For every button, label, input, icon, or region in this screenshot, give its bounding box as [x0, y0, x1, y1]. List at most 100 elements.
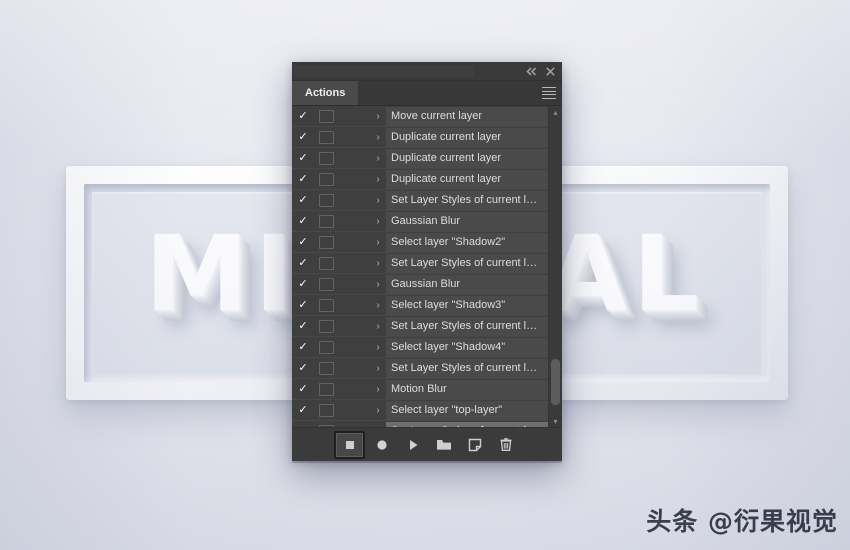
table-row[interactable]: ✓ › Gaussian Blur — [292, 211, 562, 232]
screenshot-canvas: MINIMAL Actions — [0, 0, 850, 550]
stop-square-icon — [342, 437, 358, 453]
begin-recording-button[interactable] — [367, 432, 396, 458]
chevron-right-icon[interactable]: › — [370, 195, 386, 206]
action-step-label: Set Layer Styles of current layer — [386, 316, 549, 336]
chevron-right-icon[interactable]: › — [370, 384, 386, 395]
play-selection-button[interactable] — [398, 432, 427, 458]
chevron-right-icon[interactable]: › — [370, 321, 386, 332]
row-dialog-toggle[interactable] — [314, 214, 338, 228]
panel-titlebar[interactable] — [292, 62, 562, 81]
table-row[interactable]: ✓ ›Set Layer Styles of current layer — [292, 190, 562, 211]
table-row[interactable]: ✓ ›Set Layer Styles of current layer — [292, 253, 562, 274]
delete-button[interactable] — [491, 432, 520, 458]
table-row[interactable]: ✓ › Motion Blur — [292, 379, 562, 400]
row-enabled-checkmark-icon[interactable]: ✓ — [292, 320, 314, 332]
chevron-right-icon[interactable]: › — [370, 300, 386, 311]
create-new-set-button[interactable] — [429, 432, 458, 458]
action-step-label: Gaussian Blur — [386, 211, 549, 231]
row-dialog-toggle[interactable] — [314, 109, 338, 123]
table-row[interactable]: ✓ › Duplicate current layer — [292, 127, 562, 148]
action-step-label: Gaussian Blur — [386, 274, 549, 294]
close-panel-icon[interactable] — [543, 64, 557, 78]
table-row[interactable]: ✓ › Select layer "Shadow3" — [292, 295, 562, 316]
dialog-toggle-box-icon — [318, 298, 334, 312]
chevron-right-icon[interactable]: › — [370, 279, 386, 290]
create-new-action-button[interactable] — [460, 432, 489, 458]
dialog-toggle-box-icon — [318, 235, 334, 249]
table-row[interactable]: ✓ › Select layer "Shadow2" — [292, 232, 562, 253]
row-dialog-toggle[interactable] — [314, 403, 338, 417]
row-enabled-checkmark-icon[interactable]: ✓ — [292, 152, 314, 164]
stop-playing-recording-button[interactable] — [334, 430, 365, 459]
table-row[interactable]: ✓ ›Set Layer Styles of current layer — [292, 358, 562, 379]
row-dialog-toggle[interactable] — [314, 382, 338, 396]
row-enabled-checkmark-icon[interactable]: ✓ — [292, 131, 314, 143]
panel-menu-icon[interactable] — [542, 87, 556, 99]
tab-actions-label: Actions — [305, 87, 346, 99]
row-enabled-checkmark-icon[interactable]: ✓ — [292, 299, 314, 311]
collapse-panel-icon[interactable] — [524, 64, 538, 78]
row-dialog-toggle[interactable] — [314, 361, 338, 375]
trash-icon — [498, 437, 514, 453]
table-row[interactable]: ✓ › Select layer "top-layer" — [292, 400, 562, 421]
dialog-toggle-box-icon — [318, 382, 334, 396]
action-step-label: Motion Blur — [386, 379, 549, 399]
row-dialog-toggle[interactable] — [314, 298, 338, 312]
row-enabled-checkmark-icon[interactable]: ✓ — [292, 110, 314, 122]
table-row[interactable]: ✓ › Gaussian Blur — [292, 274, 562, 295]
chevron-right-icon[interactable]: › — [370, 111, 386, 122]
action-step-label: Select layer "Shadow2" — [386, 232, 549, 252]
row-dialog-toggle[interactable] — [314, 151, 338, 165]
chevron-right-icon[interactable]: › — [370, 405, 386, 416]
new-page-icon — [467, 437, 483, 453]
dialog-toggle-box-icon — [318, 172, 334, 186]
chevron-right-icon[interactable]: › — [370, 153, 386, 164]
scrollbar-thumb[interactable] — [551, 359, 560, 405]
menu-line — [542, 87, 556, 88]
row-enabled-checkmark-icon[interactable]: ✓ — [292, 215, 314, 227]
folder-icon — [435, 437, 453, 453]
chevron-right-icon[interactable]: › — [370, 132, 386, 143]
table-row[interactable]: ✓ › Select layer "Shadow4" — [292, 337, 562, 358]
row-enabled-checkmark-icon[interactable]: ✓ — [292, 383, 314, 395]
row-dialog-toggle[interactable] — [314, 193, 338, 207]
row-enabled-checkmark-icon[interactable]: ✓ — [292, 278, 314, 290]
dialog-toggle-box-icon — [318, 256, 334, 270]
chevron-right-icon[interactable]: › — [370, 363, 386, 374]
table-row[interactable]: ✓ › Move current layer — [292, 106, 562, 127]
scroll-down-arrow-icon[interactable]: ▾ — [549, 415, 562, 427]
chevron-right-icon[interactable]: › — [370, 237, 386, 248]
scroll-up-arrow-icon[interactable]: ▴ — [549, 106, 562, 118]
actions-scrollbar[interactable]: ▴ ▾ — [548, 106, 562, 427]
row-dialog-toggle[interactable] — [314, 235, 338, 249]
panel-drag-handle[interactable] — [294, 65, 474, 77]
action-step-label: Set Layer Styles of current layer — [386, 253, 549, 273]
action-step-label: Move current layer — [386, 106, 549, 126]
row-dialog-toggle[interactable] — [314, 130, 338, 144]
row-dialog-toggle[interactable] — [314, 172, 338, 186]
row-enabled-checkmark-icon[interactable]: ✓ — [292, 236, 314, 248]
row-enabled-checkmark-icon[interactable]: ✓ — [292, 362, 314, 374]
action-step-label: Select layer "Shadow4" — [386, 337, 549, 357]
row-enabled-checkmark-icon[interactable]: ✓ — [292, 194, 314, 206]
table-row[interactable]: ✓ ›Set Layer Styles of current layer — [292, 316, 562, 337]
tab-actions[interactable]: Actions — [292, 81, 359, 105]
row-enabled-checkmark-icon[interactable]: ✓ — [292, 341, 314, 353]
row-enabled-checkmark-icon[interactable]: ✓ — [292, 173, 314, 185]
chevron-right-icon[interactable]: › — [370, 342, 386, 353]
row-dialog-toggle[interactable] — [314, 277, 338, 291]
chevron-right-icon[interactable]: › — [370, 258, 386, 269]
row-dialog-toggle[interactable] — [314, 256, 338, 270]
table-row[interactable]: ✓ › Duplicate current layer — [292, 148, 562, 169]
dialog-toggle-box-icon — [318, 109, 334, 123]
row-dialog-toggle[interactable] — [314, 340, 338, 354]
chevron-right-icon[interactable]: › — [370, 174, 386, 185]
dialog-toggle-box-icon — [318, 193, 334, 207]
chevron-right-icon[interactable]: › — [370, 216, 386, 227]
play-triangle-icon — [405, 437, 421, 453]
actions-list[interactable]: ✓ › Move current layer ✓ › Duplicate current … — [292, 106, 562, 427]
row-enabled-checkmark-icon[interactable]: ✓ — [292, 257, 314, 269]
row-enabled-checkmark-icon[interactable]: ✓ — [292, 404, 314, 416]
table-row[interactable]: ✓ › Duplicate current layer — [292, 169, 562, 190]
row-dialog-toggle[interactable] — [314, 319, 338, 333]
